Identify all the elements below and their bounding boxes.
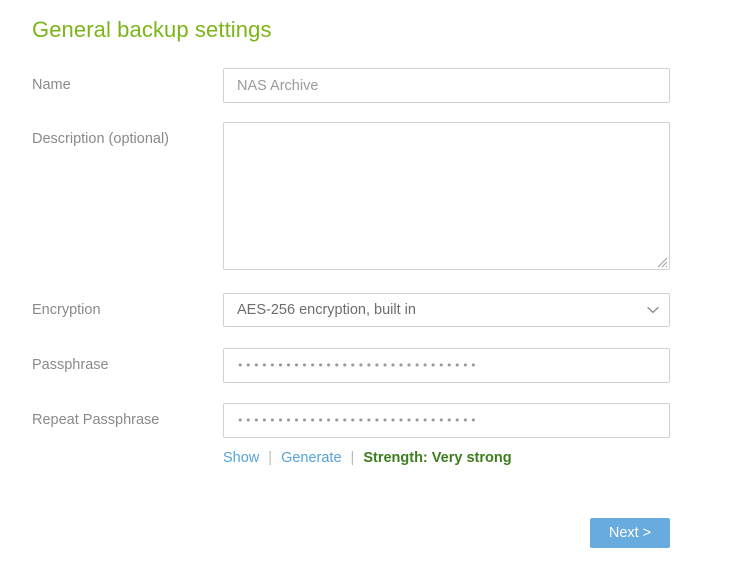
label-encryption: Encryption	[32, 302, 101, 318]
description-textarea-box	[223, 122, 670, 270]
field-wrap-description	[223, 122, 670, 270]
label-repeat-passphrase: Repeat Passphrase	[32, 412, 160, 428]
field-wrap-passphrase: ••••••••••••••••••••••••••••••	[223, 348, 670, 383]
name-input[interactable]	[223, 68, 670, 103]
helper-separator-2: |	[350, 450, 355, 466]
page-title: General backup settings	[32, 17, 272, 42]
passphrase-helper-row: Show | Generate | Strength: Very strong	[223, 450, 512, 466]
next-button[interactable]: Next >	[590, 518, 670, 548]
encryption-select[interactable]: AES-256 encryption, built in	[223, 293, 670, 327]
repeat-passphrase-masked-value: ••••••••••••••••••••••••••••••	[237, 415, 479, 426]
field-wrap-name	[223, 68, 670, 103]
encryption-select-box: AES-256 encryption, built in	[223, 293, 670, 327]
passphrase-masked-value: ••••••••••••••••••••••••••••••	[237, 360, 479, 371]
field-wrap-repeat-passphrase: ••••••••••••••••••••••••••••••	[223, 403, 670, 438]
general-backup-settings-page: General backup settings Name Description…	[0, 0, 746, 585]
helper-separator-1: |	[268, 450, 273, 466]
description-textarea[interactable]	[223, 122, 670, 270]
passphrase-input[interactable]: ••••••••••••••••••••••••••••••	[223, 348, 670, 383]
repeat-passphrase-input[interactable]: ••••••••••••••••••••••••••••••	[223, 403, 670, 438]
label-name: Name	[32, 77, 71, 93]
generate-passphrase-link[interactable]: Generate	[281, 450, 341, 466]
label-description: Description (optional)	[32, 131, 170, 147]
field-wrap-encryption: AES-256 encryption, built in	[223, 293, 670, 327]
label-passphrase: Passphrase	[32, 357, 109, 373]
show-passphrase-link[interactable]: Show	[223, 450, 259, 466]
passphrase-strength-text: Strength: Very strong	[363, 450, 512, 466]
